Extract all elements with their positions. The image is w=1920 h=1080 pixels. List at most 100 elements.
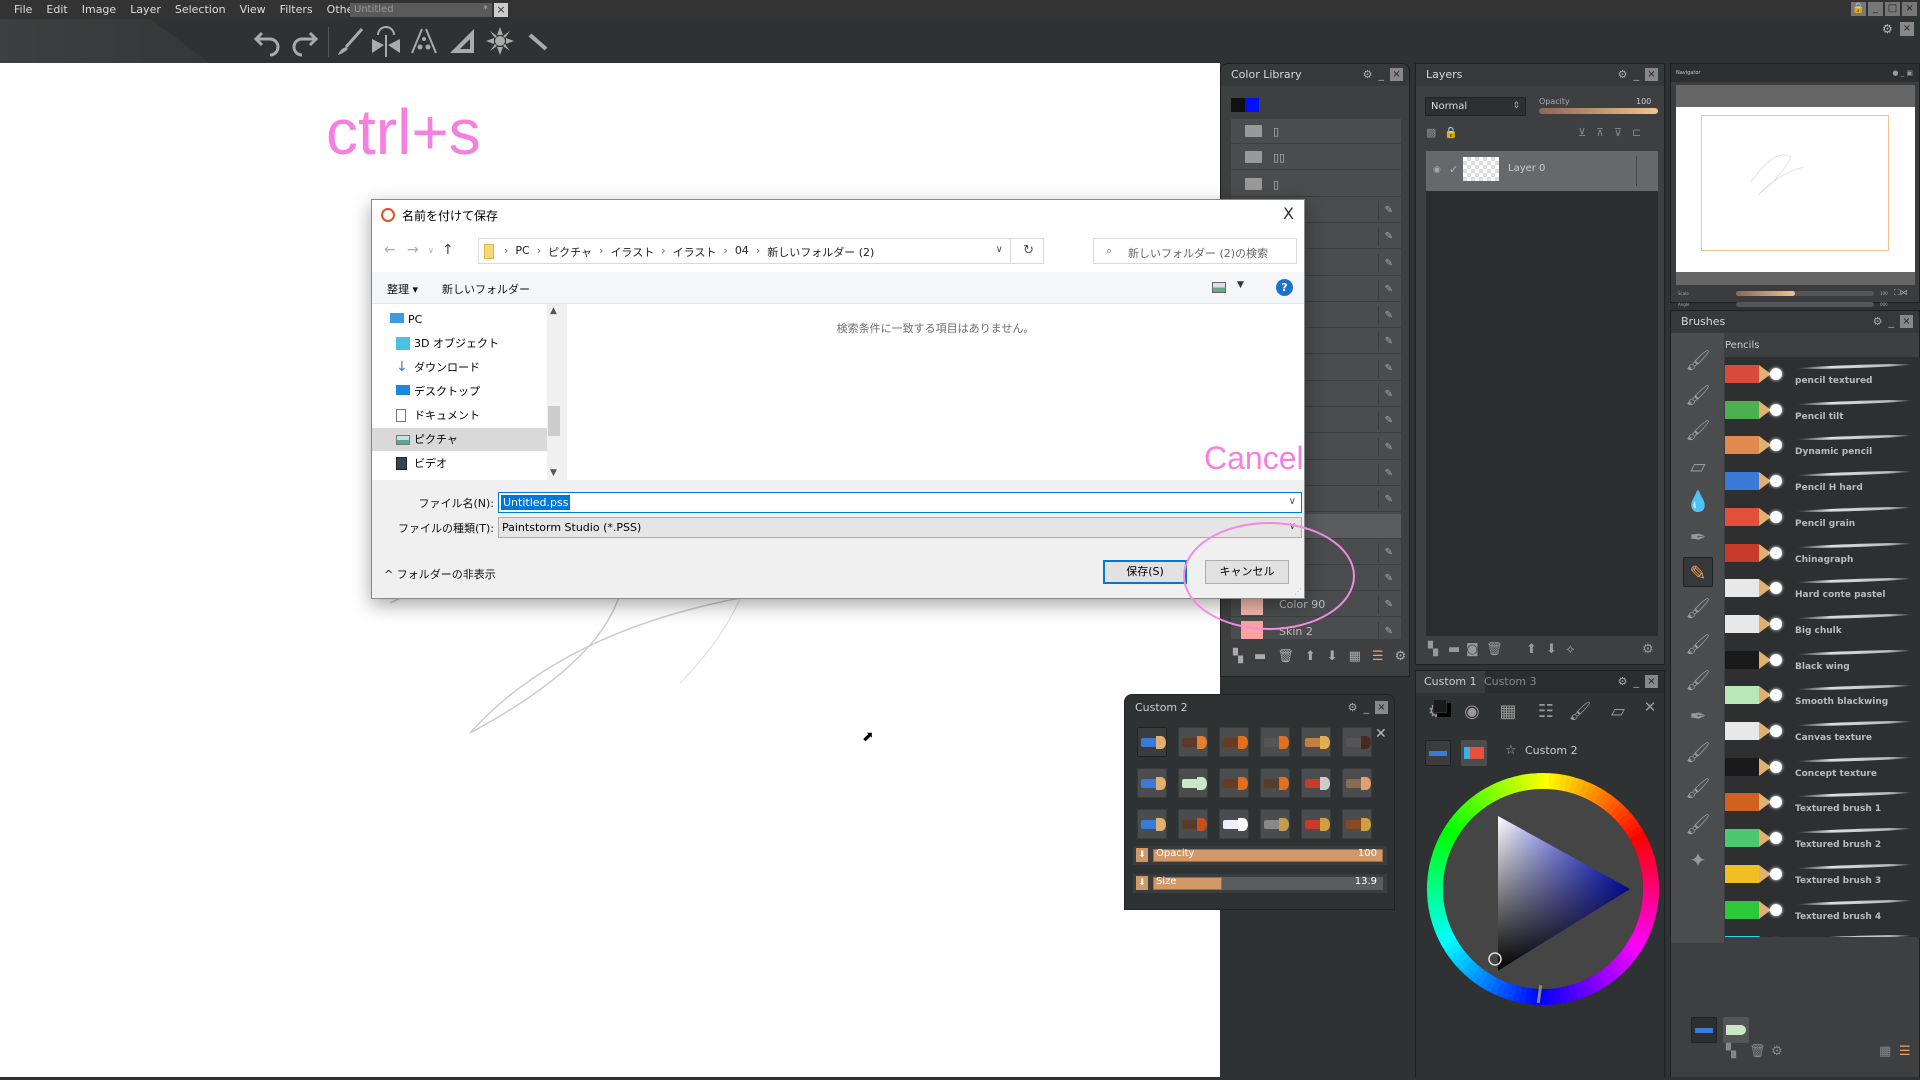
- brush-preset[interactable]: [1137, 768, 1167, 798]
- brush-item[interactable]: Textured brush 4: [1725, 893, 1920, 929]
- address-dropdown-icon[interactable]: ∨: [996, 244, 1003, 255]
- tree-item-desktop[interactable]: デスクトップ: [372, 380, 547, 403]
- new-group-icon[interactable]: ▬: [1448, 642, 1460, 657]
- move-layer-down-icon[interactable]: ⬇: [1546, 642, 1557, 657]
- cancel-button[interactable]: キャンセル: [1205, 560, 1289, 584]
- gear-icon[interactable]: ⚙: [1348, 701, 1358, 714]
- gear-icon[interactable]: ⚙: [1618, 675, 1628, 688]
- brush-icon[interactable]: 🖌: [1568, 700, 1592, 724]
- help-button[interactable]: ?: [1276, 279, 1293, 296]
- symmetry-icon[interactable]: [370, 25, 402, 57]
- brush-preset[interactable]: [1219, 809, 1249, 839]
- brush-preset[interactable]: [1342, 768, 1372, 798]
- scroll-up-icon[interactable]: ▲: [550, 306, 557, 316]
- hue-segment[interactable]: [1642, 882, 1659, 891]
- preset-eraser[interactable]: [1461, 740, 1487, 766]
- maximize-icon[interactable]: □: [1885, 2, 1900, 16]
- filename-input[interactable]: Untitled.pss ∨: [498, 492, 1302, 513]
- layer-settings-icon[interactable]: ⚙: [1642, 642, 1654, 657]
- minimize-icon[interactable]: _: [1868, 2, 1883, 16]
- preset-blue-pencil[interactable]: [1425, 740, 1451, 766]
- list-view-icon[interactable]: ☰: [1899, 1044, 1911, 1059]
- eyedropper-icon[interactable]: ✎: [1385, 356, 1393, 381]
- breadcrumb-item[interactable]: イラスト: [610, 244, 654, 260]
- close-icon[interactable]: ×: [1645, 68, 1658, 81]
- scroll-down-icon[interactable]: ▼: [550, 468, 557, 478]
- tree-item-3d-objects[interactable]: 3D オブジェクト: [372, 332, 547, 355]
- scale-slider[interactable]: [1736, 291, 1874, 296]
- refresh-icon[interactable]: ↻: [1023, 243, 1034, 258]
- layer-row[interactable]: ◉ ✓ Layer 0: [1426, 151, 1658, 191]
- brush-item[interactable]: pencil textured: [1725, 357, 1920, 393]
- menu-edit[interactable]: Edit: [39, 3, 74, 16]
- brush-preset[interactable]: [1342, 727, 1372, 757]
- category-stars-icon[interactable]: ✦: [1683, 845, 1713, 875]
- category-brush-icon[interactable]: 🖌: [1683, 415, 1713, 445]
- brush-item[interactable]: Textured brush 3: [1725, 857, 1920, 893]
- opacity-slider[interactable]: ⬇ Opacity 100: [1133, 846, 1387, 865]
- minimize-icon[interactable]: _: [1634, 68, 1640, 81]
- hue-segment[interactable]: [1427, 887, 1444, 896]
- move-down-icon[interactable]: ⬇: [1327, 649, 1338, 664]
- category-ink-pen-icon[interactable]: ✒: [1683, 701, 1713, 731]
- brush-item[interactable]: Chinagraph: [1725, 536, 1920, 572]
- category-roller-icon[interactable]: 🖌: [1683, 737, 1713, 767]
- search-input[interactable]: ⌕ 新しいフォルダー (2)の検索: [1093, 238, 1297, 264]
- close-panel-icon[interactable]: ×: [1900, 22, 1914, 36]
- eyedropper-icon[interactable]: ✎: [1385, 592, 1393, 617]
- eyedropper-icon[interactable]: ✎: [1385, 619, 1393, 639]
- category-pencil-icon[interactable]: ✎: [1683, 557, 1713, 587]
- tree-list-icon[interactable]: ☷: [1534, 700, 1558, 724]
- brush-preset[interactable]: [1342, 809, 1372, 839]
- menu-image[interactable]: Image: [75, 3, 123, 16]
- lock-icon[interactable]: 🔒: [1444, 126, 1458, 139]
- view-dropdown-icon[interactable]: ▼: [1237, 280, 1244, 290]
- minimize-icon[interactable]: _: [1364, 701, 1370, 714]
- back-arrow-icon[interactable]: ←: [384, 242, 396, 258]
- list-view-icon[interactable]: ☰: [1372, 649, 1384, 664]
- swatch-foreground[interactable]: [1231, 98, 1245, 112]
- new-brush-icon[interactable]: ▚: [1726, 1044, 1736, 1059]
- brush-item[interactable]: Pencil H hard: [1725, 464, 1920, 500]
- eyedropper-icon[interactable]: ✎: [1385, 540, 1393, 565]
- transform-layer-icon[interactable]: ⟡: [1566, 642, 1575, 657]
- brush-preset[interactable]: [1260, 727, 1290, 757]
- grid-icon[interactable]: ▦: [1496, 700, 1520, 724]
- new-folder-icon[interactable]: ▬: [1254, 649, 1266, 664]
- menu-filters[interactable]: Filters: [273, 3, 320, 16]
- tree-item-pc[interactable]: PC: [372, 308, 547, 331]
- brush-item[interactable]: Dynamic pencil: [1725, 428, 1920, 464]
- scroll-thumb[interactable]: [548, 406, 560, 436]
- menu-layer[interactable]: Layer: [123, 3, 168, 16]
- eyedropper-icon[interactable]: ✎: [1385, 198, 1393, 223]
- brush-preset[interactable]: [1137, 809, 1167, 839]
- settings-gear-icon[interactable]: ⚙: [1882, 22, 1896, 36]
- perspective-icon[interactable]: [408, 25, 440, 57]
- close-document-icon[interactable]: ×: [494, 3, 508, 17]
- brush-item[interactable]: Textured brush 5: [1725, 928, 1920, 937]
- file-list[interactable]: 検索条件に一致する項目はありません。: [567, 304, 1304, 480]
- palette-icon[interactable]: ▦: [1349, 649, 1361, 664]
- breadcrumb-item[interactable]: イラスト: [673, 244, 717, 260]
- category-fan-brush-icon[interactable]: 🖌: [1683, 629, 1713, 659]
- flatten-icon[interactable]: ⊽: [1614, 126, 1626, 139]
- breadcrumb-item[interactable]: PC: [515, 244, 529, 260]
- category-brush-icon[interactable]: 🖌: [1683, 345, 1713, 375]
- eyedropper-icon[interactable]: ✎: [1385, 224, 1393, 249]
- redo-icon[interactable]: [288, 25, 320, 57]
- close-icon[interactable]: ×: [1375, 701, 1388, 714]
- delete-icon[interactable]: 🗑: [1277, 649, 1294, 664]
- brush-item[interactable]: Black wing: [1725, 643, 1920, 679]
- brush-item[interactable]: Textured brush 1: [1725, 785, 1920, 821]
- close-icon[interactable]: ×: [1645, 675, 1658, 688]
- category-smudge-icon[interactable]: 🖌: [1683, 809, 1713, 839]
- mandala-icon[interactable]: [484, 25, 516, 57]
- category-brush-icon[interactable]: 🖌: [1683, 593, 1713, 623]
- navigator-viewport[interactable]: [1676, 85, 1915, 285]
- menu-selection[interactable]: Selection: [168, 3, 233, 16]
- hue-segment[interactable]: [1536, 773, 1545, 790]
- tree-item-documents[interactable]: ドキュメント: [372, 404, 547, 427]
- eraser-icon[interactable]: ▱: [1606, 700, 1630, 724]
- brush-preset[interactable]: [1178, 727, 1208, 757]
- gear-icon[interactable]: ⚙: [1363, 68, 1373, 81]
